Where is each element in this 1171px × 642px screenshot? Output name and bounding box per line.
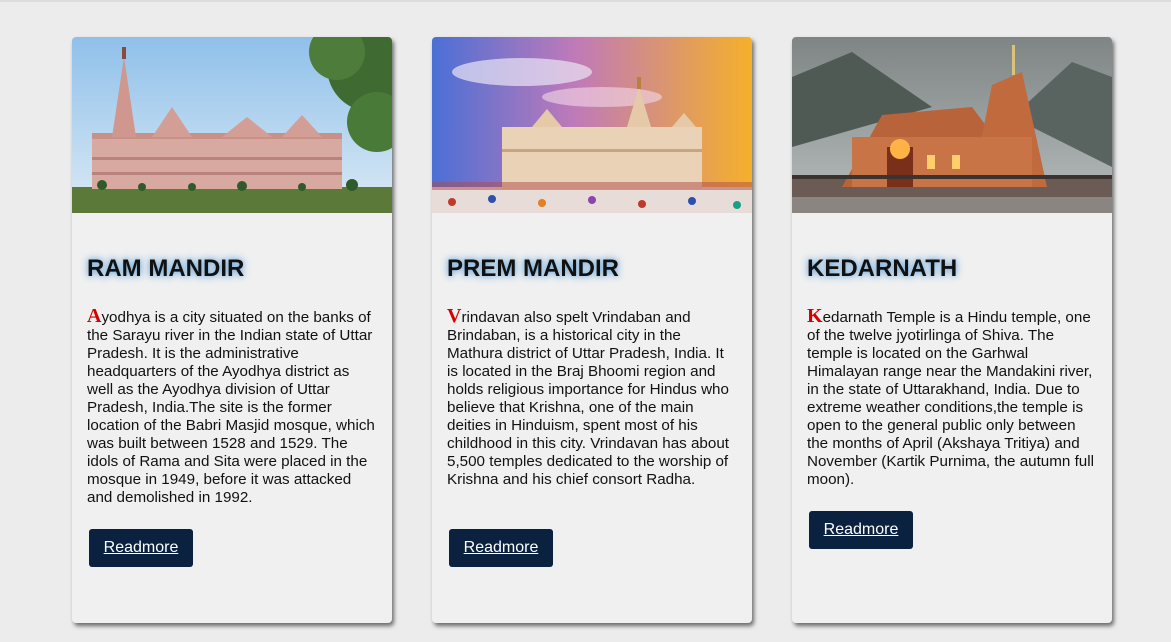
card-title: KEDARNATH	[807, 255, 958, 282]
temple-card-kedarnath: KEDARNATH Kedarnath Temple is a Hindu te…	[792, 37, 1112, 623]
temple-card-prem-mandir: PREM MANDIR Vrindavan also spelt Vrindab…	[432, 37, 752, 623]
top-divider	[0, 0, 1171, 2]
temple-card-ram-mandir: RAM MANDIR Ayodhya is a city situated on…	[72, 37, 392, 623]
ram-mandir-image	[72, 37, 392, 213]
card-description: Vrindavan also spelt Vrindaban and Brind…	[447, 305, 739, 489]
drop-cap-letter: V	[447, 305, 462, 327]
card-description-text: rindavan also spelt Vrindaban and Brinda…	[447, 309, 729, 488]
readmore-button[interactable]: Readmore	[809, 511, 913, 549]
card-description-text: edarnath Temple is a Hindu temple, one o…	[807, 309, 1094, 488]
drop-cap-letter: K	[807, 305, 823, 327]
readmore-button[interactable]: Readmore	[449, 529, 553, 567]
card-description: Ayodhya is a city situated on the banks …	[87, 305, 379, 507]
prem-mandir-image	[432, 37, 752, 213]
card-title: RAM MANDIR	[87, 255, 245, 282]
kedarnath-image	[792, 37, 1112, 213]
card-title: PREM MANDIR	[447, 255, 619, 282]
card-description: Kedarnath Temple is a Hindu temple, one …	[807, 305, 1099, 489]
drop-cap-letter: A	[87, 305, 102, 327]
readmore-button[interactable]: Readmore	[89, 529, 193, 567]
card-description-text: yodhya is a city situated on the banks o…	[87, 309, 375, 506]
